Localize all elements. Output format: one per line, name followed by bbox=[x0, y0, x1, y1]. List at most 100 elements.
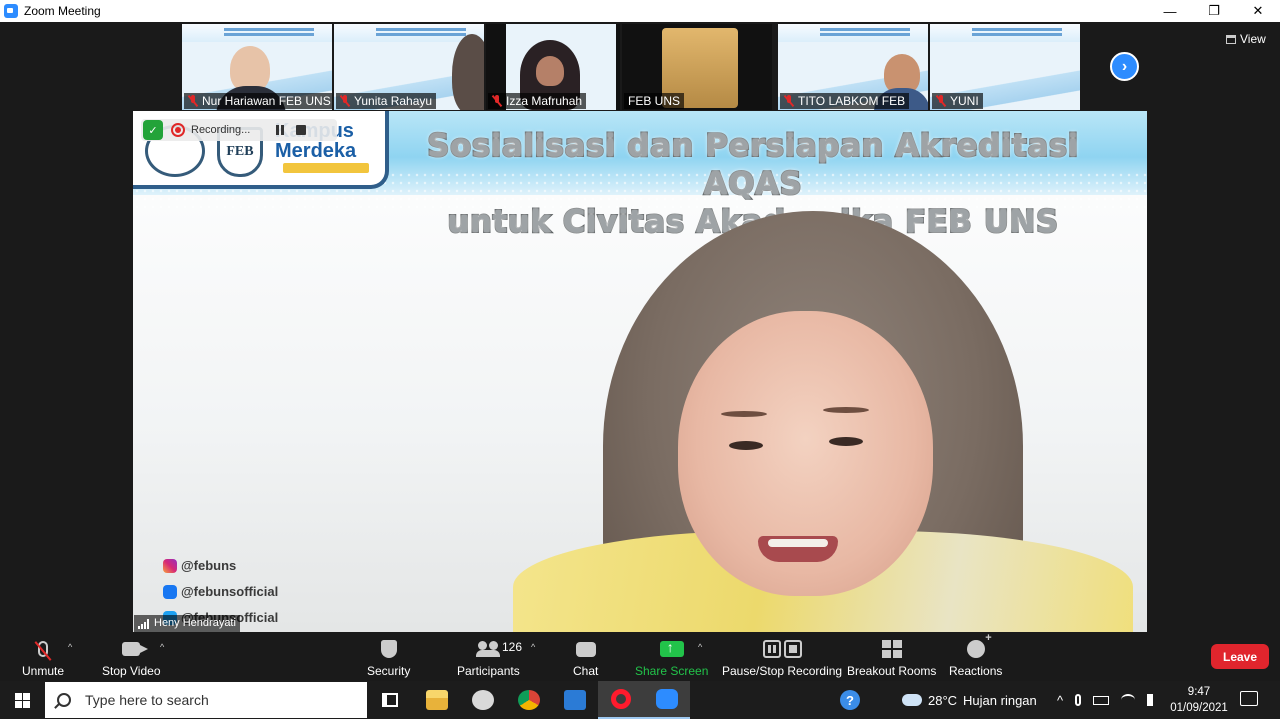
participants-count: 126 bbox=[502, 640, 523, 654]
help-tray-item[interactable]: ? bbox=[840, 681, 860, 719]
task-view-button[interactable] bbox=[367, 681, 413, 719]
minimize-button[interactable]: — bbox=[1148, 0, 1192, 22]
participants-options-caret-icon[interactable]: ^ bbox=[531, 642, 535, 652]
weather-description: Hujan ringan bbox=[963, 692, 1037, 708]
zoom-app-icon bbox=[4, 4, 18, 18]
onedrive-app[interactable] bbox=[460, 681, 506, 719]
view-button[interactable]: View bbox=[1226, 32, 1266, 46]
battery-icon[interactable] bbox=[1093, 695, 1110, 705]
close-button[interactable]: ✕ bbox=[1236, 0, 1280, 22]
security-button[interactable]: Security bbox=[367, 636, 410, 678]
reactions-button[interactable]: Reactions bbox=[949, 632, 1002, 678]
stop-video-label: Stop Video bbox=[102, 664, 161, 678]
weather-widget[interactable]: 28°C Hujan ringan bbox=[902, 681, 1037, 719]
folder-icon bbox=[426, 690, 448, 710]
weather-temperature: 28°C bbox=[928, 692, 958, 708]
video-camera-icon bbox=[122, 642, 149, 656]
help-question-icon: ? bbox=[840, 690, 860, 710]
writer-app[interactable] bbox=[552, 681, 598, 719]
signal-bars-icon bbox=[138, 619, 150, 629]
restore-button[interactable]: ❐ bbox=[1192, 0, 1236, 22]
participant-name: Yunita Rahayu bbox=[354, 94, 433, 108]
view-grid-icon bbox=[1226, 34, 1236, 44]
breakout-rooms-button[interactable]: Breakout Rooms bbox=[847, 636, 936, 678]
slide-thumbnail-image bbox=[778, 24, 928, 42]
security-label: Security bbox=[367, 664, 411, 678]
video-options-caret-icon[interactable]: ^ bbox=[160, 642, 164, 652]
unmute-button[interactable]: Unmute bbox=[22, 636, 64, 678]
notifications-icon[interactable] bbox=[1240, 691, 1258, 706]
task-view-icon bbox=[382, 693, 398, 707]
pause-stop-recording-button[interactable]: Pause/Stop Recording bbox=[722, 636, 842, 678]
social-facebook: @febunsofficial bbox=[163, 579, 278, 605]
taskbar-clock[interactable]: 9:47 01/09/2021 bbox=[1168, 684, 1230, 716]
show-hidden-icons-caret-icon[interactable]: ^ bbox=[1057, 693, 1063, 708]
cloud-app-icon bbox=[472, 690, 494, 710]
speaker-eye bbox=[829, 437, 863, 446]
taskbar-search-input[interactable] bbox=[85, 692, 345, 708]
audio-options-caret-icon[interactable]: ^ bbox=[68, 642, 72, 652]
recording-indicator: ✓ Recording... bbox=[141, 119, 337, 141]
pause-recording-icon[interactable] bbox=[274, 124, 286, 136]
participant-thumbnail[interactable]: YUNI bbox=[930, 24, 1080, 110]
wifi-icon[interactable] bbox=[1121, 694, 1136, 706]
speaker-muted-icon[interactable] bbox=[1147, 694, 1159, 706]
participant-name: TITO LABKOM FEB bbox=[798, 94, 906, 108]
file-explorer-app[interactable] bbox=[414, 681, 460, 719]
participant-thumbnail[interactable]: TITO LABKOM FEB bbox=[778, 24, 928, 110]
zoom-icon bbox=[656, 689, 678, 709]
stop-video-button[interactable]: Stop Video bbox=[102, 636, 161, 678]
clock-time: 9:47 bbox=[1187, 686, 1211, 698]
window-title: Zoom Meeting bbox=[24, 4, 101, 18]
participant-thumbnail[interactable]: FEB UNS bbox=[622, 24, 772, 110]
share-screen-icon bbox=[659, 639, 684, 657]
chat-button[interactable]: Chat bbox=[573, 636, 598, 678]
mic-muted-icon bbox=[38, 641, 49, 657]
pause-stop-icon bbox=[762, 640, 802, 658]
mic-muted-icon bbox=[188, 95, 198, 107]
rain-cloud-icon bbox=[902, 694, 922, 706]
title-bar: Zoom Meeting — ❐ ✕ bbox=[0, 0, 1280, 22]
mic-muted-icon bbox=[784, 95, 794, 107]
document-app-icon bbox=[564, 690, 586, 710]
opera-app[interactable] bbox=[598, 681, 644, 719]
slide-thumbnail-image bbox=[182, 24, 332, 42]
shield-icon bbox=[380, 640, 397, 658]
participant-name-tag: YUNI bbox=[932, 93, 983, 109]
leave-button[interactable]: Leave bbox=[1211, 644, 1269, 669]
stop-recording-icon[interactable] bbox=[296, 125, 307, 135]
participant-video bbox=[452, 34, 484, 110]
participant-face bbox=[536, 56, 564, 86]
system-tray: ^ bbox=[1057, 681, 1159, 719]
start-button[interactable] bbox=[0, 681, 45, 719]
next-page-arrow-icon[interactable]: › bbox=[1110, 52, 1139, 81]
meeting-area: Nur Hariawan FEB UNS Yunita Rahayu Izza … bbox=[0, 22, 1280, 632]
windows-taskbar: ? 28°C Hujan ringan ^ 9:47 01/09/2021 bbox=[0, 681, 1280, 719]
taskbar-search[interactable] bbox=[45, 682, 367, 718]
breakout-rooms-icon bbox=[881, 640, 902, 658]
chrome-app[interactable] bbox=[506, 681, 552, 719]
participant-name-tag: TITO LABKOM FEB bbox=[780, 93, 910, 109]
participant-thumbnail[interactable]: Nur Hariawan FEB UNS bbox=[182, 24, 332, 110]
recording-status: Recording... bbox=[191, 124, 251, 136]
slide-title-line1: Sosialisasi dan Persiapan Akreditasi AQA… bbox=[426, 127, 1079, 203]
microphone-icon[interactable] bbox=[1075, 694, 1082, 706]
instagram-icon bbox=[163, 559, 177, 573]
chrome-icon bbox=[518, 690, 540, 710]
pause-stop-recording-label: Pause/Stop Recording bbox=[722, 664, 843, 678]
chat-label: Chat bbox=[573, 664, 599, 678]
gallery-strip: Nur Hariawan FEB UNS Yunita Rahayu Izza … bbox=[182, 24, 1080, 110]
mic-muted-icon bbox=[340, 95, 350, 107]
participant-name-tag: Izza Mafruhah bbox=[488, 93, 587, 109]
chat-bubble-icon bbox=[575, 641, 596, 657]
mic-muted-icon bbox=[492, 95, 502, 107]
participant-thumbnail[interactable]: Izza Mafruhah bbox=[486, 24, 620, 110]
zoom-taskbar-app[interactable] bbox=[644, 681, 690, 719]
slide-thumbnail-image bbox=[930, 24, 1080, 42]
encryption-shield-icon: ✓ bbox=[143, 120, 163, 140]
breakout-rooms-label: Breakout Rooms bbox=[847, 664, 937, 678]
share-options-caret-icon[interactable]: ^ bbox=[698, 642, 702, 652]
active-speaker-video: FEB Kampus Merdeka Sosialisasi dan Persi… bbox=[133, 111, 1147, 632]
participant-thumbnail[interactable]: Yunita Rahayu bbox=[334, 24, 484, 110]
search-icon bbox=[57, 693, 71, 707]
